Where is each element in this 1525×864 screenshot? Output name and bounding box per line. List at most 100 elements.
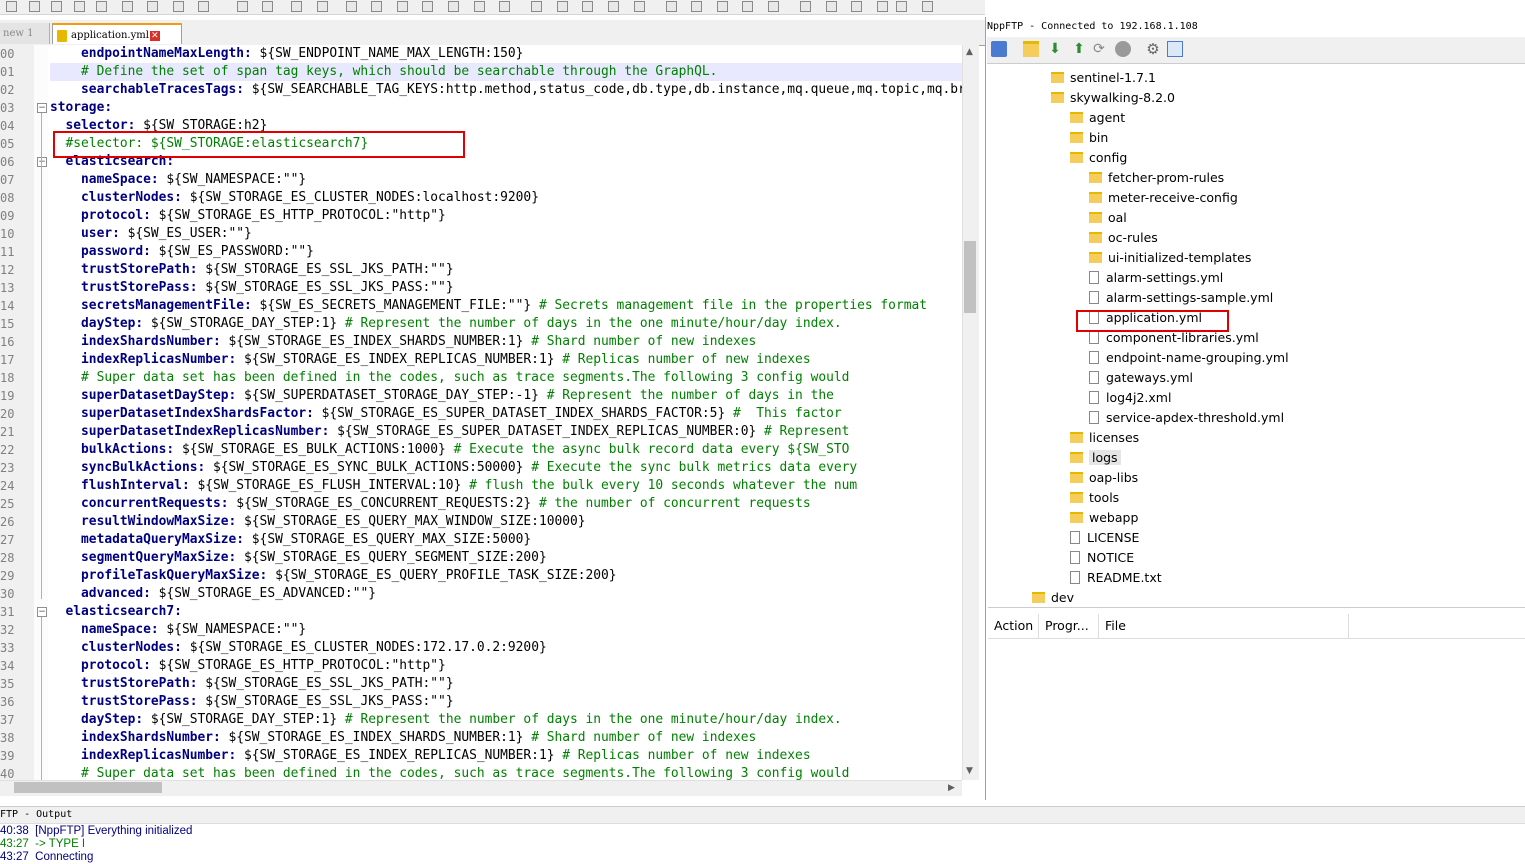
column-progress[interactable]: Progr... — [1039, 614, 1099, 638]
toolbar-button-icon[interactable] — [198, 1, 210, 12]
toolbar-button-icon[interactable] — [896, 1, 907, 12]
settings-gear-icon[interactable]: ⚙ — [1145, 41, 1161, 57]
tree-file[interactable]: service-apdex-threshold.yml — [1089, 408, 1284, 428]
tree-folder[interactable]: sentinel-1.7.1 — [1051, 68, 1156, 88]
tree-file[interactable]: log4j2.xml — [1089, 388, 1171, 408]
tree-file[interactable]: NOTICE — [1070, 548, 1134, 568]
toolbar-button-icon[interactable] — [28, 1, 40, 12]
code-line[interactable]: profileTaskQueryMaxSize: ${SW_STORAGE_ES… — [50, 567, 962, 585]
toolbar-button-icon[interactable] — [691, 1, 703, 12]
code-line[interactable]: secretsManagementFile: ${SW_ES_SECRETS_M… — [50, 297, 962, 315]
download-icon[interactable]: ⬇ — [1047, 41, 1063, 57]
code-line[interactable]: user: ${SW_ES_USER:""} — [50, 225, 962, 243]
code-line[interactable]: protocol: ${SW_STORAGE_ES_HTTP_PROTOCOL:… — [50, 657, 962, 675]
code-line[interactable]: password: ${SW_ES_PASSWORD:""} — [50, 243, 962, 261]
toolbar-button-icon[interactable] — [876, 1, 888, 12]
code-line[interactable]: indexShardsNumber: ${SW_STORAGE_ES_INDEX… — [50, 333, 962, 351]
toolbar-button-icon[interactable] — [371, 1, 383, 12]
code-line[interactable]: dayStep: ${SW_STORAGE_DAY_STEP:1} # Repr… — [50, 315, 962, 333]
code-line[interactable]: dayStep: ${SW_STORAGE_DAY_STEP:1} # Repr… — [50, 711, 962, 729]
toolbar-button-icon[interactable] — [716, 1, 728, 12]
code-line[interactable]: endpointNameMaxLength: ${SW_ENDPOINT_NAM… — [50, 45, 962, 63]
toolbar-button-icon[interactable] — [73, 1, 85, 12]
tab-new-1[interactable]: new 1 — [0, 23, 50, 44]
code-line[interactable]: syncBulkActions: ${SW_STORAGE_ES_SYNC_BU… — [50, 459, 962, 477]
open-folder-icon[interactable] — [1023, 41, 1039, 57]
tree-folder[interactable]: dev — [1032, 588, 1074, 607]
toolbar-button-icon[interactable] — [51, 1, 63, 12]
fold-toggle-icon[interactable]: − — [37, 103, 47, 113]
toolbar-button-icon[interactable] — [825, 1, 837, 12]
message-window-icon[interactable] — [1167, 41, 1183, 57]
refresh-icon[interactable]: ⟳ — [1091, 41, 1107, 57]
toolbar-button-icon[interactable] — [121, 1, 133, 12]
connect-icon[interactable] — [991, 41, 1007, 57]
code-line[interactable]: trustStorePass: ${SW_STORAGE_ES_SSL_JKS_… — [50, 693, 962, 711]
code-line[interactable]: clusterNodes: ${SW_STORAGE_ES_CLUSTER_NO… — [50, 189, 962, 207]
tree-folder[interactable]: fetcher-prom-rules — [1089, 168, 1224, 188]
tree-folder[interactable]: skywalking-8.2.0 — [1051, 88, 1175, 108]
code-line[interactable]: protocol: ${SW_STORAGE_ES_HTTP_PROTOCOL:… — [50, 207, 962, 225]
tree-file[interactable]: alarm-settings-sample.yml — [1089, 288, 1273, 308]
tree-file[interactable]: README.txt — [1070, 568, 1162, 588]
toolbar-button-icon[interactable] — [665, 1, 677, 12]
code-line[interactable]: nameSpace: ${SW_NAMESPACE:""} — [50, 171, 962, 189]
vertical-scroll-thumb[interactable] — [964, 241, 976, 313]
toolbar-button-icon[interactable] — [422, 1, 434, 12]
toolbar-button-icon[interactable] — [851, 1, 863, 12]
code-line[interactable]: bulkActions: ${SW_STORAGE_ES_BULK_ACTION… — [50, 441, 962, 459]
abort-icon[interactable] — [1115, 41, 1131, 57]
toolbar-button-icon[interactable] — [921, 1, 933, 12]
tree-folder[interactable]: licenses — [1070, 428, 1139, 448]
code-line[interactable]: nameSpace: ${SW_NAMESPACE:""} — [50, 621, 962, 639]
code-line[interactable]: clusterNodes: ${SW_STORAGE_ES_CLUSTER_NO… — [50, 639, 962, 657]
tree-folder[interactable]: tools — [1070, 488, 1119, 508]
tab-application-yml[interactable]: application.yml ✕ — [52, 23, 182, 44]
tree-folder[interactable]: oal — [1089, 208, 1127, 228]
tree-file[interactable]: gateways.yml — [1089, 368, 1193, 388]
upload-icon[interactable]: ⬆ — [1071, 41, 1087, 57]
scroll-up-icon[interactable]: ▲ — [966, 47, 973, 57]
tree-folder[interactable]: bin — [1070, 128, 1108, 148]
code-line[interactable]: segmentQueryMaxSize: ${SW_STORAGE_ES_QUE… — [50, 549, 962, 567]
toolbar-button-icon[interactable] — [6, 1, 18, 12]
column-file[interactable]: File — [1099, 614, 1349, 638]
tree-folder[interactable]: oap-libs — [1070, 468, 1138, 488]
tree-folder[interactable]: ui-initialized-templates — [1089, 248, 1251, 268]
toolbar-button-icon[interactable] — [800, 1, 811, 12]
editor-vertical-scrollbar[interactable]: ▲ ▼ — [962, 45, 979, 780]
fold-toggle-icon[interactable]: − — [37, 157, 47, 167]
code-line[interactable]: indexShardsNumber: ${SW_STORAGE_ES_INDEX… — [50, 729, 962, 747]
code-line[interactable]: flushInterval: ${SW_STORAGE_ES_FLUSH_INT… — [50, 477, 962, 495]
fold-toggle-icon[interactable]: − — [37, 607, 47, 617]
tree-folder[interactable]: webapp — [1070, 508, 1138, 528]
toolbar-button-icon[interactable] — [396, 1, 408, 12]
code-line[interactable]: indexReplicasNumber: ${SW_STORAGE_ES_IND… — [50, 747, 962, 765]
column-action[interactable]: Action — [988, 614, 1039, 638]
scroll-down-icon[interactable]: ▼ — [966, 766, 973, 776]
tree-file[interactable]: endpoint-name-grouping.yml — [1089, 348, 1289, 368]
toolbar-button-icon[interactable] — [316, 1, 328, 12]
toolbar-button-icon[interactable] — [608, 1, 619, 12]
code-line[interactable]: trustStorePath: ${SW_STORAGE_ES_SSL_JKS_… — [50, 261, 962, 279]
toolbar-button-icon[interactable] — [345, 1, 357, 12]
code-line[interactable]: trustStorePath: ${SW_STORAGE_ES_SSL_JKS_… — [50, 675, 962, 693]
code-line[interactable]: superDatasetIndexShardsFactor: ${SW_STOR… — [50, 405, 962, 423]
code-line[interactable]: storage: — [50, 99, 962, 117]
code-line[interactable]: searchableTracesTags: ${SW_SEARCHABLE_TA… — [50, 81, 962, 99]
toolbar-button-icon[interactable] — [473, 1, 485, 12]
horizontal-scroll-thumb[interactable] — [14, 782, 162, 793]
toolbar-button-icon[interactable] — [742, 1, 754, 12]
code-line[interactable]: elasticsearch7: — [50, 603, 962, 621]
toolbar-button-icon[interactable] — [556, 1, 568, 12]
toolbar-button-icon[interactable] — [768, 1, 779, 12]
toolbar-button-icon[interactable] — [147, 1, 159, 12]
toolbar-button-icon[interactable] — [633, 1, 645, 12]
toolbar-button-icon[interactable] — [291, 1, 303, 12]
tree-folder[interactable]: agent — [1070, 108, 1125, 128]
tree-folder[interactable]: meter-receive-config — [1089, 188, 1238, 208]
toolbar-button-icon[interactable] — [499, 1, 511, 12]
code-line[interactable]: # Define the set of span tag keys, which… — [50, 63, 962, 81]
code-line[interactable]: metadataQueryMaxSize: ${SW_STORAGE_ES_QU… — [50, 531, 962, 549]
tree-file[interactable]: LICENSE — [1070, 528, 1139, 548]
